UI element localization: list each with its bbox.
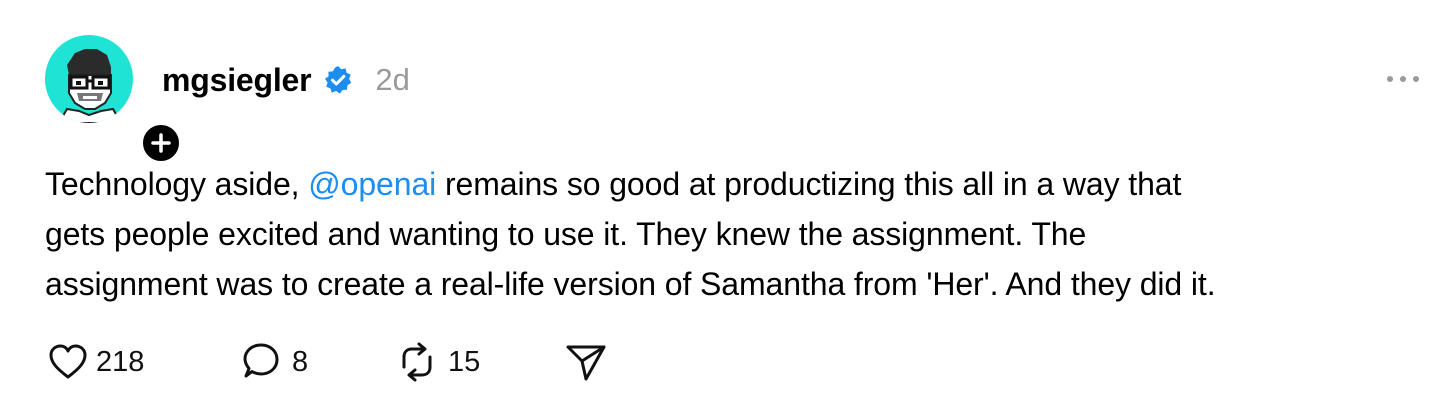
reply-button[interactable]: 8 — [240, 340, 308, 384]
post-header: mgsiegler 2d — [162, 58, 410, 102]
repost-count: 15 — [448, 345, 481, 378]
repost-button[interactable]: 15 — [394, 340, 480, 384]
more-dots-icon — [1387, 76, 1419, 82]
post-text-line-1-rest: remains so good at productizing this all… — [436, 166, 1182, 202]
post-text-line-1: Technology aside, @openai remains so goo… — [45, 159, 1435, 209]
heart-icon — [49, 344, 87, 379]
plus-icon — [151, 133, 171, 153]
mention-link[interactable]: @openai — [308, 166, 436, 202]
username[interactable]: mgsiegler — [162, 62, 312, 99]
follow-button[interactable] — [140, 122, 182, 164]
like-button[interactable]: 218 — [48, 340, 144, 384]
post-text-prefix: Technology aside, — [45, 166, 309, 202]
post-text-line-3: assignment was to create a real-life ver… — [45, 266, 1216, 302]
like-count: 218 — [96, 345, 145, 378]
more-options-button[interactable] — [1386, 72, 1420, 84]
avatar-image — [57, 49, 123, 123]
comment-icon — [243, 343, 279, 378]
verified-badge-icon — [323, 65, 353, 95]
share-button[interactable] — [564, 340, 608, 384]
timestamp[interactable]: 2d — [375, 62, 409, 98]
send-icon — [566, 345, 606, 381]
post-text-line-2: gets people excited and wanting to use i… — [45, 216, 1087, 252]
avatar[interactable] — [45, 35, 133, 123]
reply-count: 8 — [292, 345, 309, 378]
avatar-container[interactable] — [45, 35, 182, 164]
repost-icon — [402, 342, 432, 382]
post-card: mgsiegler 2d Technology aside, @openai r… — [0, 0, 1456, 406]
post-text: Technology aside, @openai remains so goo… — [45, 159, 1435, 309]
